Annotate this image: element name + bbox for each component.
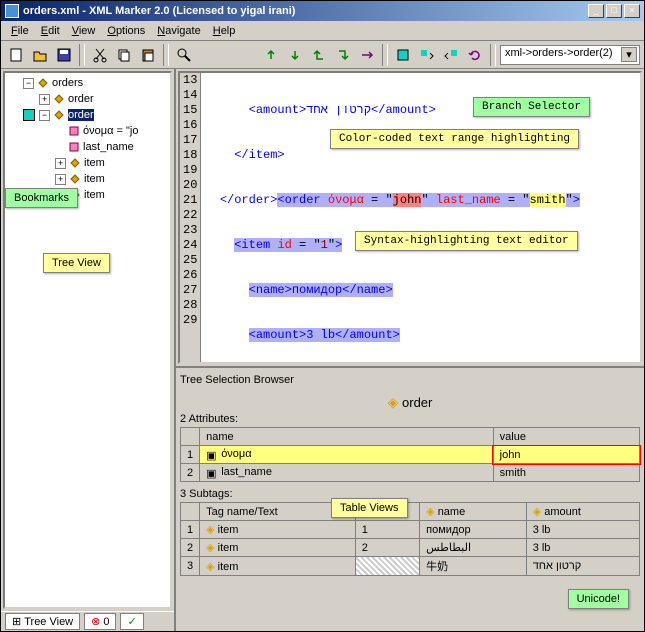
status-tab-errors[interactable]: ⊗0 (84, 613, 116, 630)
window-title: orders.xml - XML Marker 2.0 (Licensed to… (23, 5, 588, 17)
diamond-icon (68, 156, 82, 170)
tree-item-label[interactable]: όνομα = "jo (83, 125, 138, 137)
refresh-button[interactable] (464, 44, 486, 66)
nav-parent[interactable] (308, 44, 330, 66)
callout-syntax: Syntax-highlighting text editor (355, 231, 578, 251)
diamond-icon: ◈ (426, 506, 434, 518)
code-editor[interactable]: 1314151617181920212223242526272829 <amou… (178, 71, 642, 364)
diamond-icon: ◈ (206, 561, 214, 573)
close-button[interactable]: × (624, 4, 640, 18)
table-row: 1◈ item1помидор3 lb (181, 521, 640, 539)
menu-help[interactable]: Help (207, 23, 242, 38)
callout-branch: Branch Selector (473, 97, 590, 117)
new-button[interactable] (5, 44, 27, 66)
diamond-icon (52, 92, 66, 106)
callout-unicode: Unicode! (568, 589, 629, 609)
error-icon: ⊗ (91, 615, 100, 628)
bookmark-next[interactable] (440, 44, 462, 66)
status-tab-treeview[interactable]: ⊞Tree View (5, 613, 80, 630)
diamond-icon (68, 172, 82, 186)
subs-label: 3 Subtags: (180, 488, 640, 500)
attributes-table[interactable]: namevalue 1▣ όνομαjohn 2▣ last_namesmith (180, 427, 640, 482)
minimize-button[interactable]: _ (588, 4, 604, 18)
callout-color: Color-coded text range highlighting (330, 129, 579, 149)
nav-prev-sibling[interactable] (260, 44, 282, 66)
expand-icon[interactable]: − (23, 78, 34, 89)
diamond-icon: ◈ (533, 506, 541, 518)
tree-item-label[interactable]: last_name (83, 141, 134, 153)
open-button[interactable] (29, 44, 51, 66)
line-gutter: 1314151617181920212223242526272829 (180, 73, 201, 362)
selection-browser: Tree Selection Browser ◈ order 2 Attribu… (176, 366, 644, 631)
maximize-button[interactable]: □ (606, 4, 622, 18)
table-row: 2◈ item2البطاطس3 lb (181, 539, 640, 557)
tree-item-label[interactable]: order (68, 93, 94, 105)
nav-next-sibling[interactable] (284, 44, 306, 66)
tree-view[interactable]: − orders + order − order όνομα = "jo (3, 71, 172, 609)
attr-icon (67, 140, 81, 154)
bookmark-icon[interactable] (23, 109, 35, 121)
tree-item-label[interactable]: order (68, 109, 94, 121)
status-tab-extra[interactable]: ✓ (120, 613, 143, 630)
expand-icon[interactable]: + (39, 94, 50, 105)
callout-bookmarks: Bookmarks (5, 188, 78, 208)
menubar: File Edit View Options Navigate Help (1, 21, 644, 41)
copy-button[interactable] (113, 44, 135, 66)
tree-item-label[interactable]: orders (52, 77, 83, 89)
bookmark-prev[interactable] (416, 44, 438, 66)
titlebar: orders.xml - XML Marker 2.0 (Licensed to… (1, 1, 644, 21)
menu-edit[interactable]: Edit (35, 23, 66, 38)
diamond-icon (52, 108, 66, 122)
tree-item-label[interactable]: item (84, 189, 105, 201)
attr-icon: ▣ (206, 449, 218, 461)
callout-tableviews: Table Views (331, 498, 408, 518)
browser-heading: ◈ order (180, 392, 640, 413)
subtags-table[interactable]: Tag name/Text▣ id◈ name◈ amount 1◈ item1… (180, 502, 640, 576)
tree-pane: − orders + order − order όνομα = "jo (1, 69, 176, 631)
menu-navigate[interactable]: Navigate (151, 23, 206, 38)
save-button[interactable] (53, 44, 75, 66)
find-button[interactable] (173, 44, 195, 66)
cut-button[interactable] (89, 44, 111, 66)
expand-icon[interactable]: + (55, 158, 66, 169)
attr-icon: ▣ (206, 467, 218, 479)
tree-item-label[interactable]: item (84, 157, 105, 169)
nav-child[interactable] (332, 44, 354, 66)
diamond-icon: ◈ (206, 542, 214, 554)
diamond-icon: ◈ (206, 524, 214, 536)
status-bar: ⊞Tree View ⊗0 ✓ (1, 611, 174, 631)
tree-icon: ⊞ (12, 615, 21, 628)
attr-icon (67, 124, 81, 138)
app-icon (5, 4, 19, 18)
diamond-icon: ◈ (388, 394, 399, 410)
bookmark-toggle[interactable] (392, 44, 414, 66)
tree-item-label[interactable]: item (84, 173, 105, 185)
toolbar: xml->orders->order(2) (1, 41, 644, 69)
table-row: 1▣ όνομαjohn (181, 446, 640, 464)
expand-icon[interactable]: − (39, 110, 50, 121)
menu-view[interactable]: View (66, 23, 102, 38)
attrs-label: 2 Attributes: (180, 413, 640, 425)
branch-selector[interactable]: xml->orders->order(2) (500, 45, 640, 65)
menu-file[interactable]: File (5, 23, 35, 38)
nav-root[interactable] (356, 44, 378, 66)
browser-title: Tree Selection Browser (180, 372, 640, 392)
callout-treeview: Tree View (43, 253, 110, 273)
paste-button[interactable] (137, 44, 159, 66)
menu-options[interactable]: Options (101, 23, 151, 38)
check-icon: ✓ (127, 615, 136, 628)
diamond-icon (36, 76, 50, 90)
table-row: 2▣ last_namesmith (181, 464, 640, 482)
table-row: 3◈ item牛奶קרטון אחד (181, 557, 640, 576)
expand-icon[interactable]: + (55, 174, 66, 185)
